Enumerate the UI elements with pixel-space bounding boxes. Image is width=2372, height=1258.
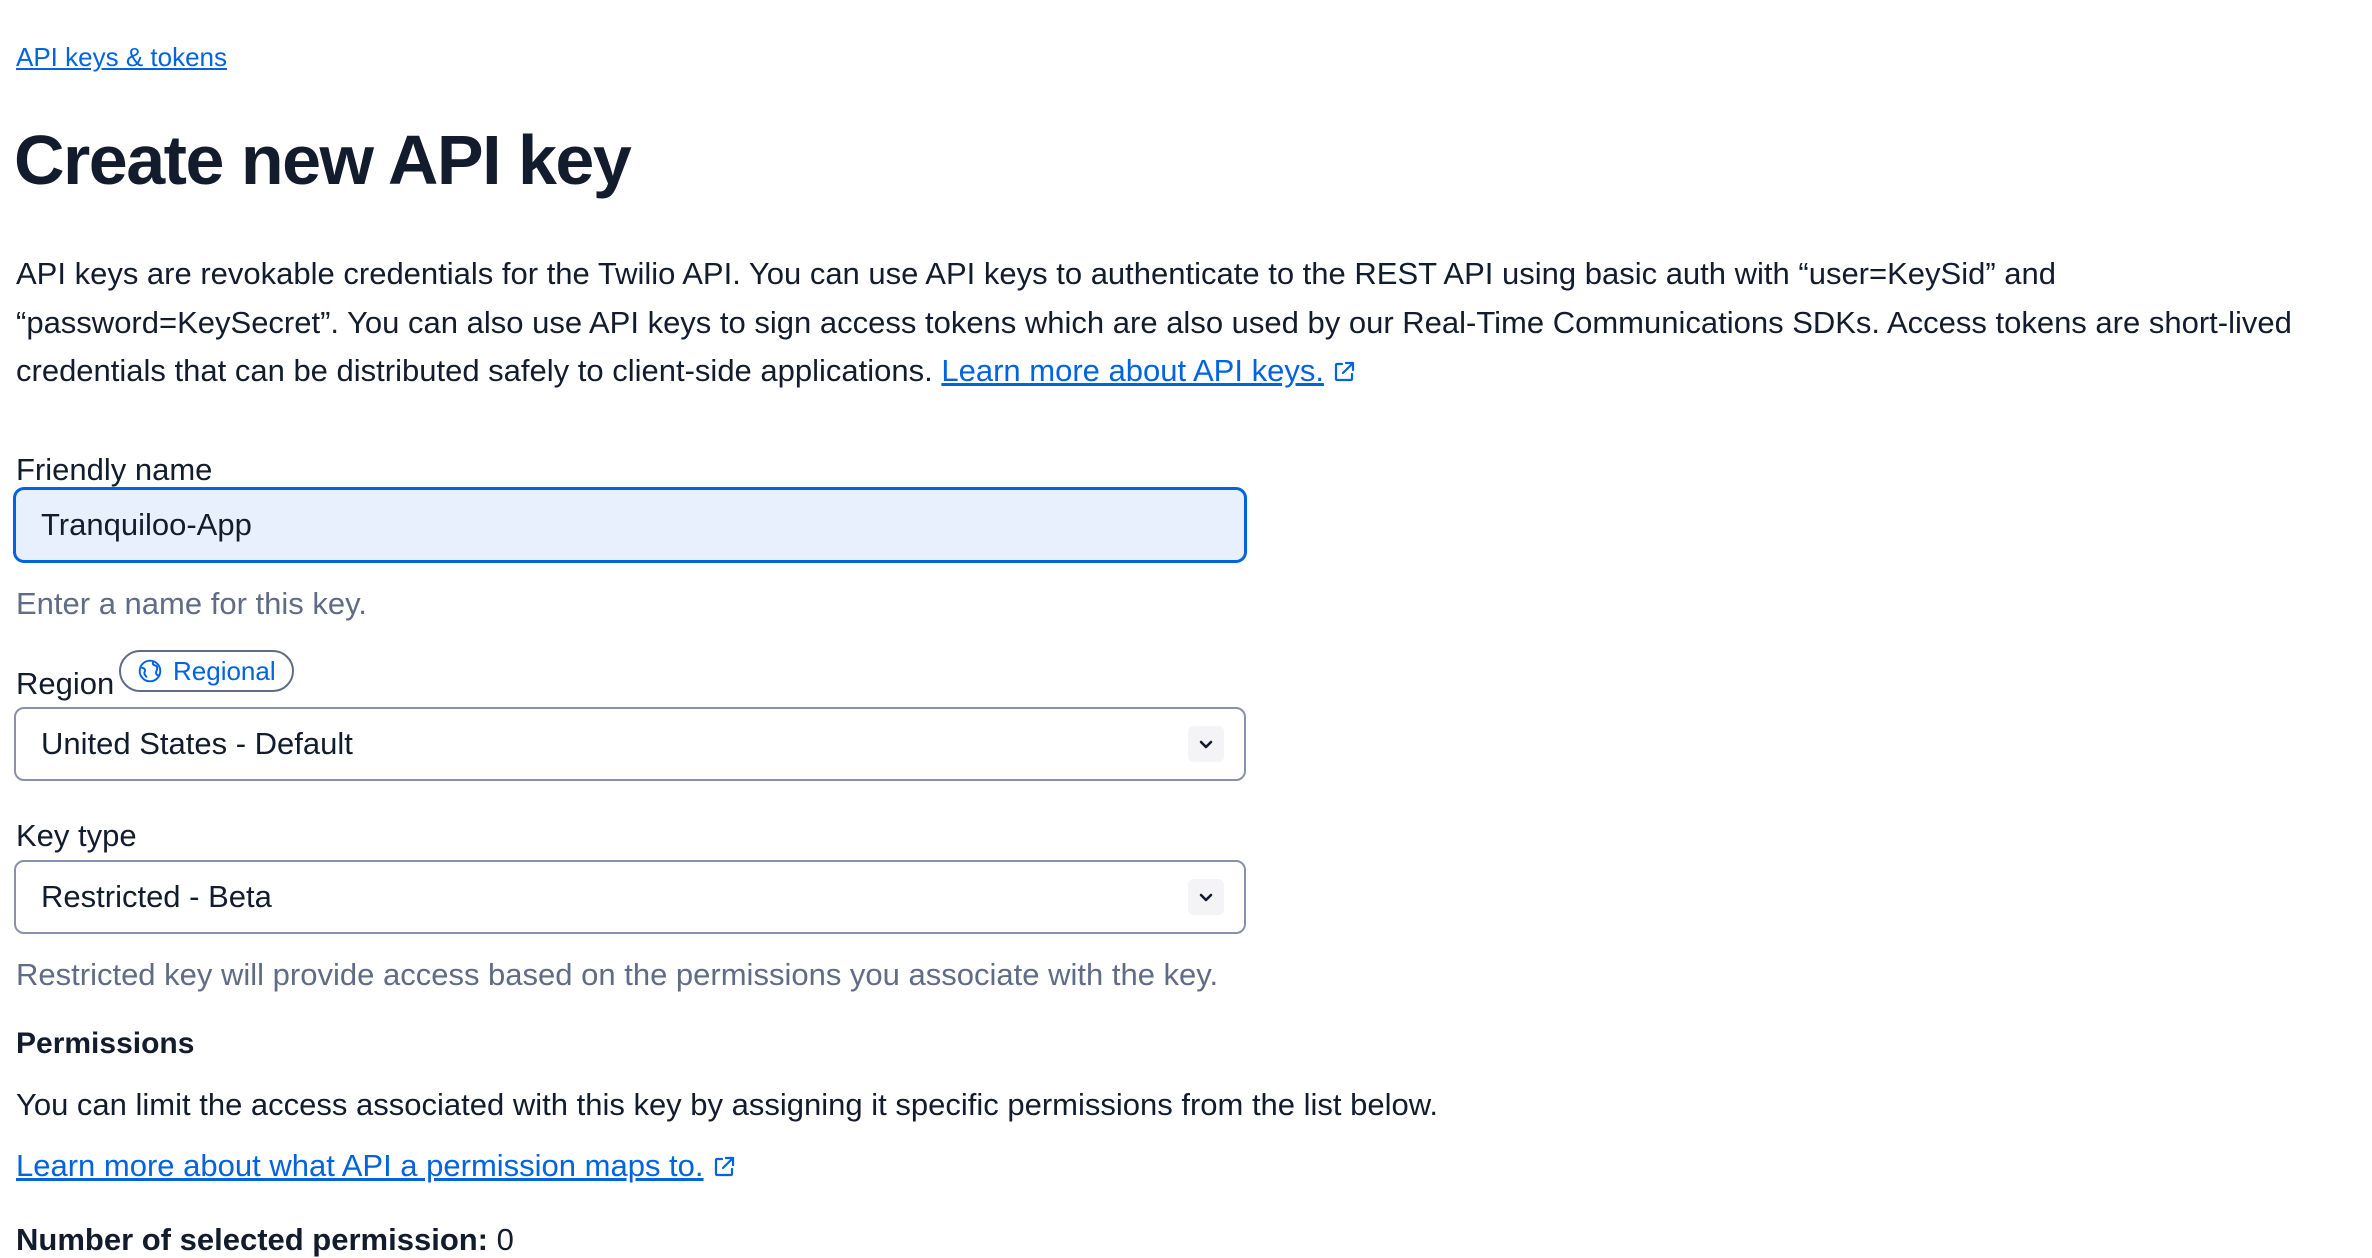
region-select[interactable]: United States - Default <box>14 707 1246 781</box>
friendly-name-label: Friendly name <box>16 452 213 487</box>
friendly-name-value: Tranquiloo-App <box>41 507 252 542</box>
friendly-name-help: Enter a name for this key. <box>16 586 367 621</box>
permissions-heading: Permissions <box>16 1027 195 1060</box>
external-link-icon[interactable] <box>1332 360 1356 384</box>
friendly-name-input[interactable]: Tranquiloo-App <box>14 488 1246 562</box>
chevron-down-icon <box>1188 879 1224 915</box>
region-selected-value: United States - Default <box>41 726 353 761</box>
breadcrumb-api-keys-tokens[interactable]: API keys & tokens <box>16 42 227 73</box>
selected-permission-count-value: 0 <box>496 1222 514 1257</box>
regional-badge-label: Regional <box>173 655 276 686</box>
page-title: Create new API key <box>14 121 632 199</box>
chevron-down-icon <box>1188 726 1224 762</box>
intro-paragraph: API keys are revokable credentials for t… <box>16 250 2346 396</box>
globe-icon <box>138 659 162 683</box>
external-link-icon[interactable] <box>712 1155 736 1179</box>
selected-permission-count: Number of selected permission: 0 <box>16 1222 514 1258</box>
key-type-help: Restricted key will provide access based… <box>16 957 1219 992</box>
permissions-learn-more: Learn more about what API a permission m… <box>16 1148 736 1184</box>
learn-more-permission-link[interactable]: Learn more about what API a permission m… <box>16 1148 704 1183</box>
permissions-description: You can limit the access associated with… <box>16 1087 1439 1122</box>
key-type-label: Key type <box>16 818 137 853</box>
regional-badge: Regional <box>119 650 294 692</box>
key-type-selected-value: Restricted - Beta <box>41 879 272 914</box>
region-label: Region <box>16 666 115 701</box>
key-type-select[interactable]: Restricted - Beta <box>14 860 1246 934</box>
learn-more-api-keys-link[interactable]: Learn more about API keys. <box>941 353 1324 388</box>
selected-permission-count-label: Number of selected permission: <box>16 1222 489 1257</box>
